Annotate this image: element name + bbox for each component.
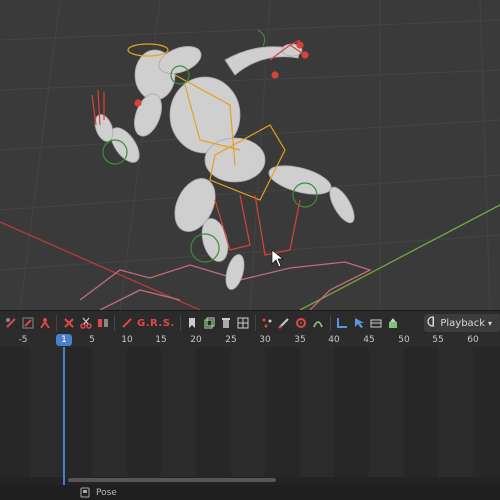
frame-tick: 55 bbox=[432, 335, 444, 345]
horizontal-scrollbar[interactable] bbox=[68, 478, 276, 482]
shelf-icon[interactable] bbox=[370, 317, 383, 330]
cursor-icon[interactable] bbox=[353, 317, 366, 330]
snap-icon[interactable] bbox=[312, 317, 325, 330]
mode-label: Pose bbox=[96, 487, 117, 498]
red-scissors-icon[interactable] bbox=[79, 317, 92, 330]
frame-tick: 60 bbox=[467, 335, 479, 345]
axis-icon[interactable] bbox=[336, 317, 349, 330]
pose-mode-icon bbox=[80, 487, 90, 498]
frame-tick: 40 bbox=[328, 335, 340, 345]
frame-tick: 50 bbox=[398, 335, 410, 345]
grid-icon[interactable] bbox=[237, 317, 250, 330]
delete-icon[interactable] bbox=[220, 317, 233, 330]
frame-tick: -5 bbox=[18, 335, 28, 345]
red-bone-icon[interactable] bbox=[21, 317, 34, 330]
transform-keys-label[interactable]: G.R.S. bbox=[137, 318, 175, 329]
red-bone-icon[interactable] bbox=[4, 317, 17, 330]
character-mesh[interactable] bbox=[92, 41, 359, 291]
frame-tick: 35 bbox=[294, 335, 306, 345]
frame-stripe bbox=[438, 347, 473, 477]
frame-ruler[interactable]: -5 1 5 10 15 20 25 30 35 40 45 50 55 60 bbox=[0, 334, 500, 347]
frame-tick: 25 bbox=[225, 335, 237, 345]
frame-tick: 5 bbox=[89, 335, 95, 345]
red-pose-icon[interactable] bbox=[38, 317, 51, 330]
frame-stripe bbox=[92, 347, 127, 477]
frame-stripe bbox=[161, 347, 196, 477]
frame-tick: 15 bbox=[155, 335, 167, 345]
toolbar-separator bbox=[114, 315, 115, 331]
frame-tick: 45 bbox=[363, 335, 375, 345]
playback-menu[interactable]: Playback ▾ bbox=[434, 314, 500, 332]
3d-viewport[interactable] bbox=[0, 0, 500, 310]
toolbar-separator bbox=[56, 315, 57, 331]
current-frame-indicator[interactable]: 1 bbox=[56, 334, 72, 346]
toolbar-separator bbox=[179, 315, 181, 331]
copy-icon[interactable] bbox=[203, 317, 216, 330]
timeline-track-area[interactable] bbox=[0, 347, 500, 477]
playhead-line[interactable] bbox=[63, 347, 65, 485]
toolbar-separator bbox=[329, 315, 331, 331]
frame-stripe bbox=[300, 347, 334, 477]
chevron-down-icon: ▾ bbox=[487, 318, 492, 328]
bookmark-icon[interactable] bbox=[186, 317, 199, 330]
x-axis-line bbox=[0, 221, 201, 310]
red-flip-icon[interactable] bbox=[96, 317, 109, 330]
timeline-header-toolbar: G.R.S. ▾ Playback ▾ bbox=[0, 310, 500, 335]
bones-icon[interactable] bbox=[278, 317, 291, 330]
gear-icon[interactable] bbox=[295, 317, 308, 330]
frame-stripe bbox=[231, 347, 265, 477]
frame-tick: 20 bbox=[190, 335, 202, 345]
scatter-icon[interactable] bbox=[261, 317, 274, 330]
frame-tick: 10 bbox=[121, 335, 133, 345]
frame-stripe bbox=[30, 347, 65, 477]
toolbar-separator bbox=[254, 315, 256, 331]
playback-label: Playback bbox=[440, 317, 485, 329]
status-bar: Pose bbox=[0, 485, 500, 500]
viewport-canvas[interactable] bbox=[0, 0, 500, 310]
y-axis-line bbox=[299, 204, 500, 310]
mesh-icon[interactable] bbox=[387, 317, 400, 330]
frame-tick: 30 bbox=[259, 335, 271, 345]
red-cross-icon[interactable] bbox=[62, 317, 75, 330]
frame-stripe bbox=[369, 347, 404, 477]
red-bone-icon[interactable] bbox=[120, 317, 133, 330]
